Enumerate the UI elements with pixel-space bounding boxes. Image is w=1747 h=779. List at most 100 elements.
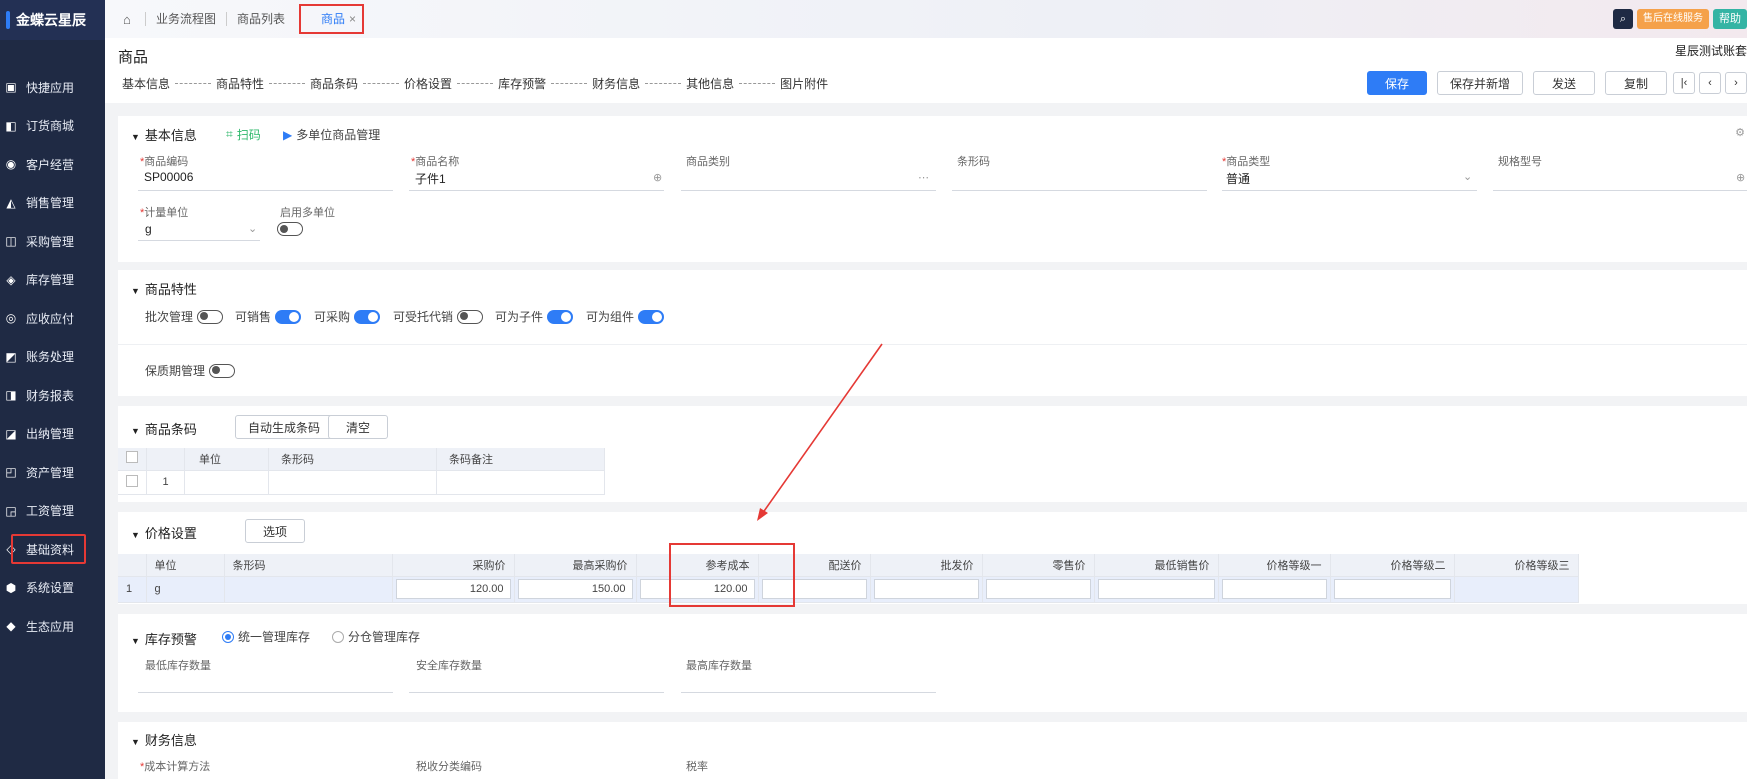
radio-unified-label: 统一管理库存: [238, 630, 311, 644]
feature-toggle[interactable]: [354, 309, 381, 324]
sidebar-item-1[interactable]: ▣ 快捷应用: [0, 68, 105, 107]
feature-toggle[interactable]: [197, 309, 224, 324]
cell-barcode[interactable]: [268, 470, 437, 495]
sidebar-item-14[interactable]: ⬢ 系统设置: [0, 569, 105, 608]
barcode-table: 单位 条形码 条码备注 1: [118, 448, 605, 495]
step-link[interactable]: 其他信息: [686, 75, 734, 92]
search-icon[interactable]: ⌕: [1613, 9, 1633, 29]
step-link[interactable]: 基本信息: [122, 75, 170, 92]
price-input[interactable]: [873, 579, 979, 599]
safe-stock-input[interactable]: [409, 692, 664, 693]
save-button[interactable]: 保存: [1366, 71, 1427, 95]
tab-process[interactable]: 业务流程图: [145, 12, 226, 26]
section-title[interactable]: ▼ 基本信息: [131, 125, 197, 144]
cost-method-label: *成本计算方法: [140, 761, 211, 773]
price-input[interactable]: [1333, 579, 1451, 599]
feature-toggle[interactable]: [547, 309, 574, 324]
prev-record-icon[interactable]: ‹: [1699, 72, 1721, 94]
sidebar-item-7[interactable]: ◎ 应收应付: [0, 299, 105, 338]
lang-icon[interactable]: ⊕: [653, 171, 662, 184]
sidebar-item-15[interactable]: ◆ 生态应用: [0, 607, 105, 646]
cell-max-purchase[interactable]: 150.00: [517, 579, 633, 599]
step-link[interactable]: 图片附件: [780, 75, 828, 92]
type-select[interactable]: 普通: [1226, 170, 1250, 187]
first-record-icon[interactable]: |‹: [1673, 72, 1695, 94]
price-input[interactable]: [761, 579, 867, 599]
price-input[interactable]: [985, 579, 1091, 599]
next-record-icon[interactable]: ›: [1725, 72, 1747, 94]
barcode-underline[interactable]: [952, 190, 1207, 191]
clear-button[interactable]: 清空: [328, 415, 388, 439]
tab-product-list[interactable]: 商品列表: [226, 12, 295, 26]
sidebar-item-11[interactable]: ◰ 资产管理: [0, 453, 105, 492]
chevron-down-icon[interactable]: ⌄: [248, 222, 257, 235]
sidebar-item-2[interactable]: ◧ 订货商城: [0, 107, 105, 146]
menu-icon: ◎: [5, 311, 17, 326]
section-title[interactable]: ▼ 价格设置: [131, 523, 197, 542]
sidebar-item-10[interactable]: ◪ 出纳管理: [0, 415, 105, 454]
save-new-button[interactable]: 保存并新增: [1436, 71, 1523, 95]
row-checkbox[interactable]: [126, 474, 138, 487]
options-button[interactable]: 选项: [245, 519, 305, 543]
code-input[interactable]: SP00006: [144, 170, 193, 184]
select-all-checkbox[interactable]: [126, 451, 138, 464]
tab-product-label: 商品: [321, 12, 346, 26]
spec-underline[interactable]: [1493, 190, 1747, 191]
cell-remark[interactable]: [436, 470, 605, 495]
tab-product[interactable]: 商品 ×: [299, 4, 365, 34]
sidebar: 金蝶云星辰 ▣ 快捷应用 ◧ 订货商城 ◉ 客户经营 ◭ 销售管理 ◫ 采购管理 ◈ 库存管理 ◎ 应收应…: [0, 0, 105, 779]
sidebar-item-label: 出纳管理: [26, 427, 75, 442]
home-icon[interactable]: ⌂: [123, 12, 145, 27]
account-name[interactable]: 星辰测试账套: [1675, 42, 1747, 59]
sidebar-item-12[interactable]: ◲ 工资管理: [0, 492, 105, 531]
spec-label: 规格型号: [1498, 156, 1542, 168]
send-button[interactable]: 发送: [1533, 71, 1595, 95]
sidebar-item-8[interactable]: ◩ 账务处理: [0, 338, 105, 377]
step-link[interactable]: 商品条码: [310, 75, 358, 92]
scan-link[interactable]: ⌗ 扫码: [226, 126, 261, 143]
feature-toggle[interactable]: [275, 309, 302, 324]
sidebar-item-5[interactable]: ◫ 采购管理: [0, 222, 105, 261]
sidebar-item-6[interactable]: ◈ 库存管理: [0, 261, 105, 300]
step-link[interactable]: 商品特性: [216, 75, 264, 92]
sidebar-item-4[interactable]: ◭ 销售管理: [0, 184, 105, 223]
help-button[interactable]: 帮助: [1713, 9, 1747, 29]
section-title[interactable]: ▼ 财务信息: [131, 730, 197, 749]
sidebar-item-3[interactable]: ◉ 客户经营: [0, 145, 105, 184]
chevron-down-icon[interactable]: ⌄: [1463, 170, 1472, 183]
price-input[interactable]: [1097, 579, 1215, 599]
cell-unit[interactable]: [184, 470, 269, 495]
service-button[interactable]: 售后在线服务: [1637, 9, 1709, 29]
auto-barcode-button[interactable]: 自动生成条码: [235, 415, 334, 439]
cell-ref-cost[interactable]: 120.00: [639, 579, 755, 599]
step-link[interactable]: 价格设置: [404, 75, 452, 92]
min-stock-input[interactable]: [138, 692, 393, 693]
feature-toggle[interactable]: [457, 309, 484, 324]
shelf-life-toggle[interactable]: [209, 363, 236, 378]
step-link[interactable]: 财务信息: [592, 75, 640, 92]
name-input[interactable]: 子件1: [415, 170, 446, 187]
step-link[interactable]: 库存预警: [498, 75, 546, 92]
feature-toggle[interactable]: [638, 309, 665, 324]
sidebar-item-9[interactable]: ◨ 财务报表: [0, 376, 105, 415]
section-title[interactable]: ▼ 商品条码: [131, 419, 197, 438]
multi-unit-link[interactable]: ▶ 多单位商品管理: [283, 126, 380, 143]
radio-split[interactable]: 分仓管理库存: [332, 628, 420, 645]
unit-select[interactable]: g: [145, 222, 152, 236]
settings-icon[interactable]: ⚙: [1735, 126, 1745, 139]
feature-label: 批次管理: [145, 310, 194, 324]
more-icon[interactable]: ⋯: [918, 171, 929, 184]
radio-unified[interactable]: 统一管理库存: [222, 628, 310, 645]
price-input-cell: [982, 576, 1095, 603]
close-icon[interactable]: ×: [349, 12, 356, 26]
lang-icon[interactable]: ⊕: [1736, 171, 1745, 184]
price-input[interactable]: [1221, 579, 1327, 599]
copy-button[interactable]: 复制: [1605, 71, 1667, 95]
category-underline[interactable]: [681, 190, 936, 191]
max-stock-input[interactable]: [681, 692, 936, 693]
multi-unit-toggle[interactable]: [277, 222, 303, 236]
sidebar-item-13[interactable]: ◇ 基础资料: [0, 530, 105, 569]
section-title[interactable]: ▼ 商品特性: [131, 279, 197, 298]
section-title[interactable]: ▼ 库存预警: [131, 629, 197, 648]
cell-purchase[interactable]: 120.00: [395, 579, 511, 599]
